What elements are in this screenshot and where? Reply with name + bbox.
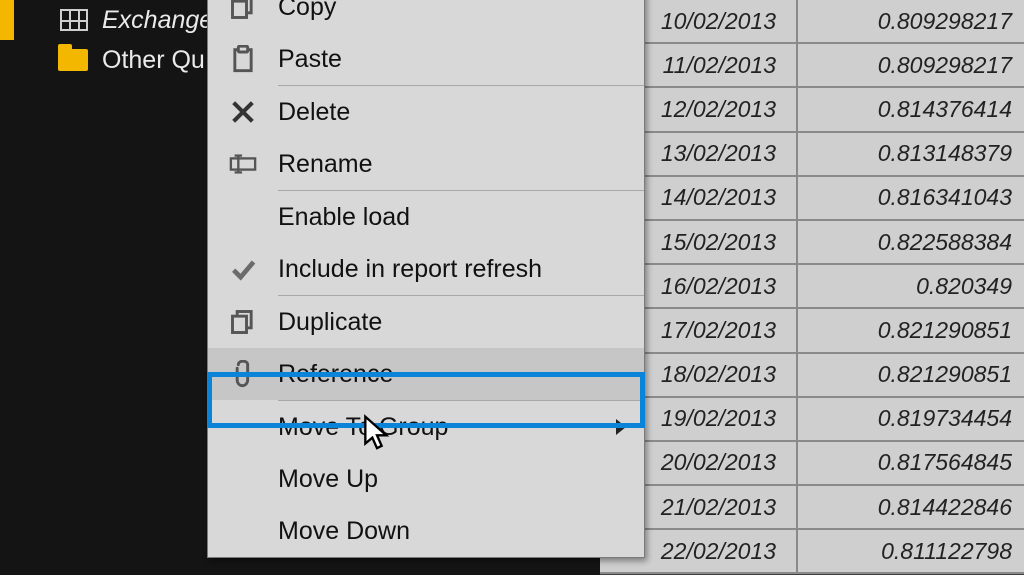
menu-item-label: Move Up bbox=[278, 465, 644, 494]
value-cell: 0.822588384 bbox=[798, 221, 1024, 263]
menu-item-delete[interactable]: Delete bbox=[208, 86, 644, 138]
value-cell: 0.820349 bbox=[798, 265, 1024, 307]
table-row[interactable]: 18/02/20130.821290851 bbox=[600, 354, 1024, 398]
menu-item-move-to-group[interactable]: Move To Group bbox=[208, 401, 644, 453]
table-row[interactable]: 22/02/20130.811122798 bbox=[600, 530, 1024, 574]
menu-item-reference[interactable]: Reference bbox=[208, 348, 644, 400]
context-menu: Copy Paste Delete Rename Enable load Include … bbox=[207, 0, 645, 558]
copy-icon bbox=[208, 0, 278, 21]
table-row[interactable]: 15/02/20130.822588384 bbox=[600, 221, 1024, 265]
menu-item-label: Include in report refresh bbox=[278, 255, 644, 284]
value-cell: 0.809298217 bbox=[798, 44, 1024, 86]
folder-icon bbox=[58, 49, 88, 71]
menu-item-label: Enable load bbox=[278, 203, 644, 232]
table-icon bbox=[60, 9, 88, 31]
value-cell: 0.809298217 bbox=[798, 0, 1024, 42]
menu-item-rename[interactable]: Rename bbox=[208, 138, 644, 190]
menu-item-label: Delete bbox=[278, 98, 644, 127]
clip-icon bbox=[208, 360, 278, 388]
value-cell: 0.821290851 bbox=[798, 309, 1024, 351]
table-row[interactable]: 21/02/20130.814422846 bbox=[600, 486, 1024, 530]
table-row[interactable]: 13/02/20130.813148379 bbox=[600, 133, 1024, 177]
paste-icon bbox=[208, 45, 278, 73]
value-cell: 0.819734454 bbox=[798, 398, 1024, 440]
menu-item-include-in-report-refresh[interactable]: Include in report refresh bbox=[208, 243, 644, 295]
table-row[interactable]: 20/02/20130.817564845 bbox=[600, 442, 1024, 486]
menu-item-move-up[interactable]: Move Up bbox=[208, 453, 644, 505]
tree-item-label: Other Qu bbox=[102, 46, 205, 75]
menu-item-move-down[interactable]: Move Down bbox=[208, 505, 644, 557]
menu-item-label: Rename bbox=[278, 150, 644, 179]
data-grid: 10/02/20130.80929821711/02/20130.8092982… bbox=[600, 0, 1024, 575]
table-row[interactable]: 10/02/20130.809298217 bbox=[600, 0, 1024, 44]
selection-indicator bbox=[0, 0, 14, 40]
menu-item-enable-load[interactable]: Enable load bbox=[208, 191, 644, 243]
menu-item-label: Move To Group bbox=[278, 413, 644, 442]
value-cell: 0.821290851 bbox=[798, 354, 1024, 396]
value-cell: 0.811122798 bbox=[798, 530, 1024, 572]
submenu-arrow-icon bbox=[616, 419, 626, 435]
value-cell: 0.813148379 bbox=[798, 133, 1024, 175]
menu-item-copy[interactable]: Copy bbox=[208, 0, 644, 33]
menu-item-duplicate[interactable]: Duplicate bbox=[208, 296, 644, 348]
menu-item-label: Reference bbox=[278, 360, 644, 389]
value-cell: 0.814376414 bbox=[798, 88, 1024, 130]
value-cell: 0.814422846 bbox=[798, 486, 1024, 528]
table-row[interactable]: 11/02/20130.809298217 bbox=[600, 44, 1024, 88]
table-row[interactable]: 16/02/20130.820349 bbox=[600, 265, 1024, 309]
menu-item-label: Paste bbox=[278, 45, 644, 74]
table-row[interactable]: 14/02/20130.816341043 bbox=[600, 177, 1024, 221]
table-row[interactable]: 19/02/20130.819734454 bbox=[600, 398, 1024, 442]
value-cell: 0.817564845 bbox=[798, 442, 1024, 484]
table-row[interactable]: 12/02/20130.814376414 bbox=[600, 88, 1024, 132]
menu-item-label: Copy bbox=[278, 0, 644, 22]
menu-item-label: Move Down bbox=[278, 517, 644, 546]
table-row[interactable]: 17/02/20130.821290851 bbox=[600, 309, 1024, 353]
menu-item-label: Duplicate bbox=[278, 308, 644, 337]
cursor-text-icon bbox=[208, 150, 278, 178]
value-cell: 0.816341043 bbox=[798, 177, 1024, 219]
check-icon bbox=[208, 255, 278, 283]
menu-item-paste[interactable]: Paste bbox=[208, 33, 644, 85]
copy-icon bbox=[208, 308, 278, 336]
x-icon bbox=[208, 98, 278, 126]
